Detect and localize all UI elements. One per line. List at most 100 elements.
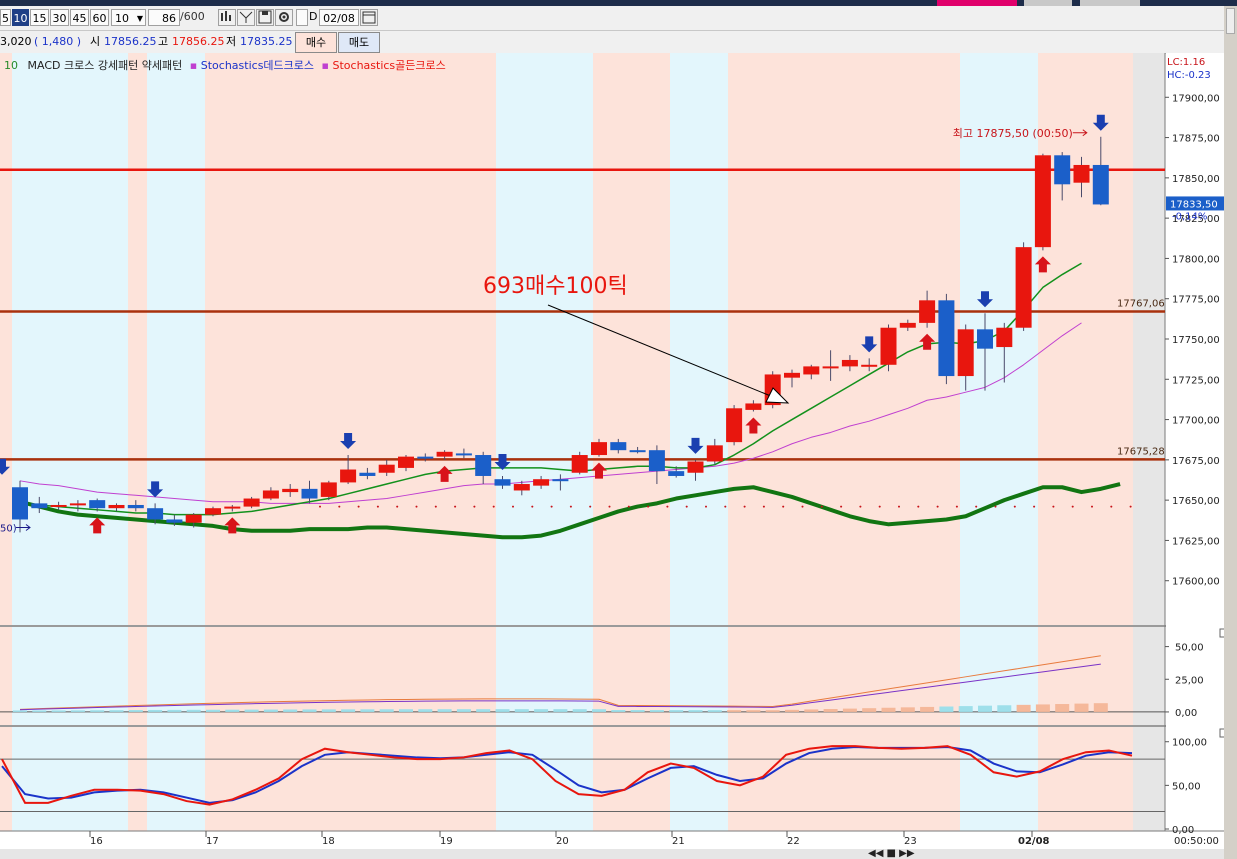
y-tick-label: 17800,00 [1172, 254, 1220, 265]
calendar-icon[interactable] [360, 9, 378, 26]
session-band [205, 53, 496, 625]
signal-dot [955, 505, 958, 508]
signal-dot [685, 505, 688, 508]
annotation-text: 693매수100틱 [483, 274, 628, 299]
high-value: 17856.25 [172, 35, 225, 48]
y-tick-label: 17600,00 [1172, 577, 1220, 588]
buy-button[interactable]: 매수 [295, 32, 337, 53]
candle-body [841, 359, 858, 367]
period-button-15[interactable]: 15 [30, 9, 49, 26]
chart-toolbar: 5 10 15 30 45 60 10 ▼ 86 /600 D 02/08 [0, 6, 1237, 31]
candle-body [1015, 247, 1032, 328]
macd-histogram-bar [939, 706, 954, 712]
macd-histogram-bar [765, 710, 780, 712]
session-band [1038, 727, 1133, 831]
chevron-down-icon: ▼ [136, 14, 143, 23]
macd-histogram-bar [534, 709, 549, 712]
signal-dot [376, 505, 379, 508]
macd-histogram-bar [900, 707, 915, 712]
x-tick-label: 17 [206, 836, 219, 847]
bar-count-input[interactable]: 86 [148, 9, 180, 26]
candle-body [938, 300, 955, 377]
candle-body [301, 488, 318, 499]
date-checkbox[interactable] [296, 9, 308, 26]
date-input[interactable]: 02/08 [319, 9, 359, 26]
legend-macd: MACD 크로스 강세패턴 약세패턴 [27, 59, 183, 72]
session-band [1133, 627, 1165, 725]
crosshair-icon[interactable] [237, 9, 255, 26]
macd-histogram-bar [958, 706, 973, 712]
legend-stoch-gold: Stochastics골든크로스 [332, 59, 446, 72]
gear-icon[interactable] [275, 9, 293, 26]
save-icon[interactable] [256, 9, 274, 26]
macd-histogram-bar [13, 710, 27, 712]
macd-histogram-bar [418, 709, 433, 712]
macd-histogram-bar [553, 709, 568, 712]
period-button-45[interactable]: 45 [70, 9, 89, 26]
candle-body [262, 490, 279, 499]
macd-histogram-bar [978, 705, 992, 712]
interval-select[interactable]: 10 ▼ [111, 9, 146, 26]
macd-histogram-bar [804, 709, 819, 712]
macd-histogram-bar [32, 710, 47, 712]
period-button-10[interactable]: 10 [12, 9, 29, 26]
candle-body [726, 408, 743, 443]
candle-body [957, 329, 974, 377]
period-button-5[interactable]: 5 [0, 9, 11, 26]
bottom-scrollbar[interactable] [0, 849, 1224, 859]
macd-histogram-bar [476, 709, 491, 712]
scrollbar-thumb[interactable] [1226, 8, 1235, 34]
macd-histogram-bar [495, 709, 510, 712]
candle-body [147, 508, 164, 520]
signal-dot [878, 505, 881, 508]
macd-histogram-bar [128, 710, 143, 712]
price-level-label: 17767,06 [1117, 299, 1165, 310]
macd-histogram-bar [669, 710, 684, 712]
candle-body [899, 322, 916, 328]
candle-body [1073, 164, 1090, 183]
candle-body [745, 403, 762, 410]
price-value: 3,020 [0, 35, 32, 48]
y-tick-label: 0,00 [1175, 708, 1197, 719]
macd-histogram-bar [862, 708, 877, 712]
session-band [128, 727, 147, 831]
macd-histogram-bar [842, 708, 857, 712]
signal-dot [492, 505, 495, 508]
signal-dot [608, 505, 611, 508]
period-button-60[interactable]: 60 [90, 9, 109, 26]
sell-button[interactable]: 매도 [338, 32, 380, 53]
signal-dot [550, 505, 553, 508]
x-tick-label: 23 [904, 836, 917, 847]
macd-histogram-bar [206, 709, 220, 712]
session-band [0, 627, 12, 725]
candle-body [629, 450, 646, 453]
signal-dot [415, 505, 418, 508]
x-end-time-label: 00:50:00 [1174, 836, 1219, 847]
navigation-buttons[interactable]: ◀◀ ■ ▶▶ [868, 849, 915, 859]
signal-dot [820, 505, 823, 508]
low-label: 저 [226, 35, 237, 48]
period-button-30[interactable]: 30 [50, 9, 69, 26]
open-value: 17856.25 [104, 35, 157, 48]
macd-histogram-bar [823, 709, 838, 712]
candle-body [687, 461, 704, 473]
y-tick-label: 17850,00 [1172, 174, 1220, 185]
corner-lc-label: LC:1.16 [1167, 57, 1205, 68]
macd-histogram-bar [920, 706, 935, 712]
date-prefix: D [309, 10, 318, 23]
session-band [670, 727, 728, 831]
macd-histogram-bar [1016, 704, 1031, 712]
chart-settings-icon[interactable] [218, 9, 236, 26]
candle-body [282, 488, 299, 493]
session-band [147, 53, 205, 625]
candle-body [455, 453, 472, 456]
macd-histogram-bar [611, 710, 626, 712]
x-tick-label: 02/08 [1018, 836, 1050, 847]
macd-histogram-bar [1035, 704, 1050, 712]
price-chart[interactable]: 17767,06 17675,28 17900,00 17875,00 17850,0… [0, 53, 1224, 849]
y-tick-label: 50,00 [1175, 643, 1204, 654]
x-tick-label: 19 [440, 836, 453, 847]
y-tick-label: 17900,00 [1172, 93, 1220, 104]
candle-body [1034, 155, 1051, 248]
quote-bar: 3,020 ( 1,480 ) 시 17856.25 고 17856.25 저 … [0, 31, 1237, 54]
